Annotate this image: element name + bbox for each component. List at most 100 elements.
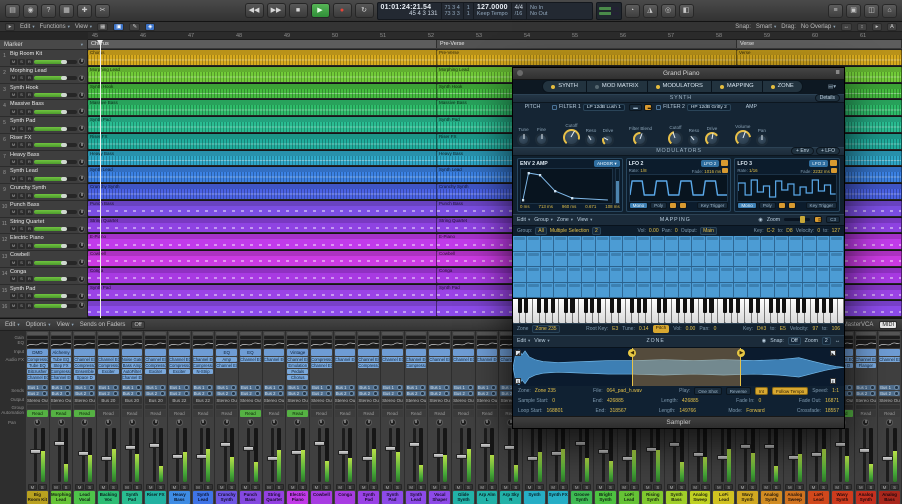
send-slot[interactable]: Bus 1 [27, 385, 48, 390]
eq-thumbnail[interactable] [74, 340, 95, 349]
mapping-menu-view[interactable]: View▾ [577, 217, 592, 223]
details-button[interactable]: Details [815, 94, 840, 102]
automation-mode-button[interactable]: Read [287, 410, 308, 418]
m-button[interactable]: M [10, 260, 17, 266]
solo-button[interactable]: S [535, 484, 544, 490]
sample-zone-cell[interactable] [541, 252, 555, 266]
zone-name-value[interactable]: Zone 235 [535, 388, 556, 394]
output-slot[interactable]: Stereo Out [358, 397, 379, 405]
sample-zone-cell[interactable] [734, 267, 748, 281]
sample-zone-cell[interactable] [527, 236, 541, 250]
lfo2-sync-icon[interactable] [722, 168, 728, 173]
sample-zone-cell[interactable] [527, 252, 541, 266]
file-name-value[interactable]: 064_pad_h.wav [607, 388, 642, 394]
lfo3-sync-b-button[interactable] [788, 202, 796, 209]
send-slot[interactable]: Bus 1 [382, 385, 403, 390]
automation-icon[interactable]: ✎ [129, 23, 140, 31]
record-button[interactable]: ● [333, 3, 352, 18]
track-pan-knob[interactable] [78, 58, 85, 65]
forward-button[interactable]: ▶▶ [267, 3, 286, 18]
channel-fader[interactable] [216, 428, 237, 482]
send-slot[interactable]: Bus 2 [145, 391, 166, 396]
track-volume-slider[interactable] [34, 194, 77, 198]
mixer-menu-edit[interactable]: Edit▾ [5, 322, 20, 328]
black-key[interactable] [815, 299, 819, 313]
sample-length-value[interactable]: 426885 [682, 398, 699, 404]
filter1-drive-knob[interactable] [602, 134, 614, 146]
mute-button[interactable]: M [359, 484, 368, 490]
solo-button[interactable]: S [38, 484, 47, 490]
black-key[interactable] [690, 299, 694, 313]
sample-zone-cell[interactable] [692, 252, 706, 266]
loop-end-value[interactable]: 318567 [610, 408, 627, 414]
fader-cap[interactable] [717, 455, 728, 460]
mute-button[interactable]: M [407, 484, 416, 490]
fx-insert-slot[interactable]: Compressor [74, 363, 95, 368]
audio-region[interactable]: Synth Hook [88, 84, 437, 99]
black-key[interactable] [723, 299, 727, 313]
filter2-reso-knob[interactable] [688, 134, 700, 146]
filter1-cutoff-knob[interactable] [563, 129, 580, 146]
track-volume-slider[interactable] [34, 110, 77, 114]
filter1-checkbox[interactable] [552, 105, 557, 110]
output-slot[interactable]: Stereo Out [311, 397, 332, 405]
fader-cap[interactable] [480, 443, 491, 448]
black-key[interactable] [584, 299, 588, 313]
group-select[interactable]: All [535, 227, 547, 235]
mute-button[interactable]: M [146, 484, 155, 490]
fade-in-handle[interactable]: ◢ [515, 350, 521, 356]
eq-thumbnail[interactable] [856, 340, 877, 349]
fx-insert-slot[interactable]: Tube EQ [27, 363, 48, 368]
black-key[interactable] [802, 299, 806, 313]
send-slot[interactable]: Bus 1 [216, 385, 237, 390]
send-slot[interactable]: Bus 2 [169, 391, 190, 396]
mute-button[interactable]: M [383, 484, 392, 490]
envelope-display[interactable] [520, 168, 613, 204]
white-key[interactable] [838, 299, 845, 323]
kb-root-value[interactable]: E3 [612, 326, 618, 332]
key-range-button[interactable]: C3 [826, 216, 840, 223]
audio-region[interactable]: Pre-Verse [437, 50, 737, 65]
send-slot[interactable]: Bus 2 [287, 391, 308, 396]
instrument-slot[interactable]: EQ [240, 349, 261, 357]
channel-pan-knob[interactable] [81, 419, 88, 426]
sample-zone-cell[interactable] [623, 236, 637, 250]
solo-button[interactable]: S [180, 484, 189, 490]
audio-region[interactable]: Synth Pad [88, 285, 437, 300]
sample-zone-cell[interactable] [637, 252, 651, 266]
sample-zone-cell[interactable] [513, 252, 527, 266]
send-slot[interactable]: Bus 2 [98, 391, 119, 396]
automation-mode-button[interactable]: Read [382, 410, 403, 418]
track-pan-knob[interactable] [78, 142, 85, 149]
track-pan-knob[interactable] [78, 293, 85, 300]
eq-thumbnail[interactable] [287, 340, 308, 349]
filter-serial-button[interactable]: ▬ [629, 104, 642, 111]
fader-cap[interactable] [551, 451, 562, 456]
track-header[interactable]: 13CowbellMSR [0, 251, 87, 268]
audition-icon[interactable]: ◉ [758, 217, 763, 223]
sample-zone-cell[interactable] [789, 252, 803, 266]
black-key[interactable] [796, 299, 800, 313]
library-icon[interactable]: ▤ [5, 4, 20, 18]
fx-insert-slot[interactable]: Channel EQ [879, 357, 900, 362]
black-key[interactable] [683, 299, 687, 313]
fx-insert-slot[interactable]: Channel EQ [98, 357, 119, 362]
sample-zone-cell[interactable] [610, 252, 624, 266]
automation-mode-button[interactable]: Read [98, 410, 119, 418]
channel-pan-knob[interactable] [342, 419, 349, 426]
r-button[interactable]: R [26, 260, 33, 266]
eq-thumbnail[interactable] [879, 340, 900, 349]
send-slot[interactable]: Bus 2 [122, 391, 143, 396]
instrument-slot[interactable] [98, 349, 119, 357]
channel-pan-knob[interactable] [436, 419, 443, 426]
track-volume-slider[interactable] [34, 143, 77, 147]
output-slot[interactable]: Bus 20 [98, 397, 119, 405]
mapping-menu-zone[interactable]: Zone▾ [557, 217, 573, 223]
track-pan-knob[interactable] [78, 75, 85, 82]
channel-fader[interactable] [145, 428, 166, 482]
sample-zone-cell[interactable] [803, 283, 817, 297]
mute-button[interactable]: M [478, 484, 487, 490]
r-button[interactable]: R [26, 303, 33, 309]
sample-zone-cell[interactable] [748, 236, 762, 250]
automation-mode-button[interactable]: Read [193, 410, 214, 418]
